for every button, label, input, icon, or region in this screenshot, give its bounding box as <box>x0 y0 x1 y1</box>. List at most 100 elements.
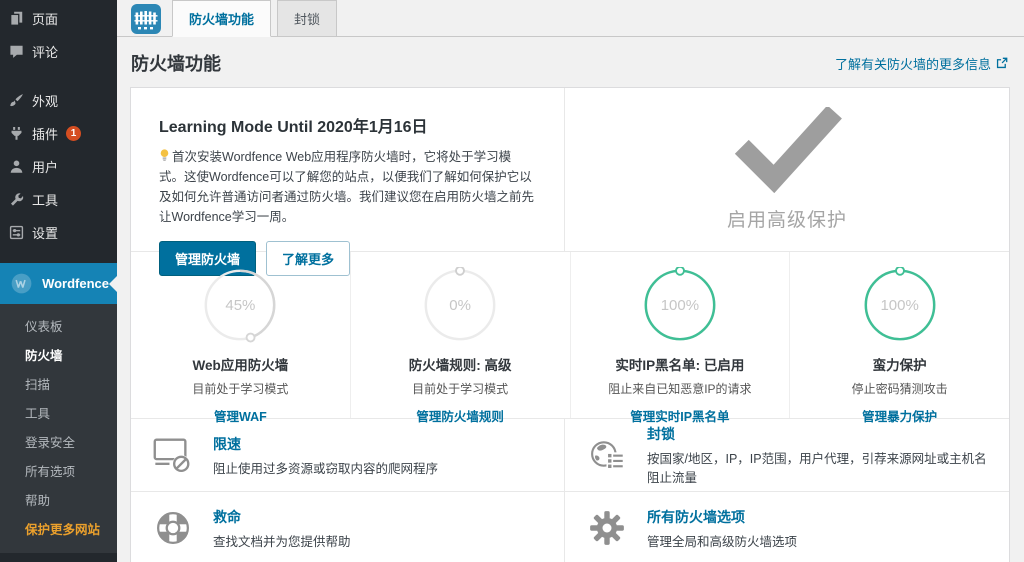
enable-premium-label: 启用高级保护 <box>727 205 847 232</box>
comments-icon <box>9 44 24 59</box>
feature-blocking: 封锁 按国家/地区，IP，IP范围，用户代理，引荐来源网址或主机名阻止流量 <box>565 419 1009 491</box>
sidebar-item-tools[interactable]: 工具 <box>0 183 117 216</box>
waf-gauge-subtitle: 目前处于学习模式 <box>192 380 288 397</box>
gauge-blacklist: 100% 实时IP黑名单: 已启用 阻止来自已知恶意IP的请求 管理实时IP黑名… <box>571 252 791 418</box>
brute-force-gauge-percent: 100% <box>862 267 938 343</box>
learn-more-firewall-label: 了解有关防火墙的更多信息 <box>835 54 991 73</box>
external-link-icon <box>996 57 1008 69</box>
learn-more-firewall-link[interactable]: 了解有关防火墙的更多信息 <box>835 54 1008 73</box>
feature-all-firewall-options: 所有防火墙选项 管理全局和高级防火墙选项 <box>565 492 1009 562</box>
gauge-waf: 45% Web应用防火墙 目前处于学习模式 管理WAF <box>131 252 351 418</box>
wordfence-submenu: 仪表板 防火墙 扫描 工具 登录安全 所有选项 帮助 保护更多网站 <box>0 304 117 553</box>
sidebar-item-label: 用户 <box>32 157 58 176</box>
submenu-item-protect-more-sites[interactable]: 保护更多网站 <box>0 514 117 543</box>
rate-limiting-link[interactable]: 限速 <box>213 436 241 452</box>
sidebar-item-comments[interactable]: 评论 <box>0 35 117 68</box>
sidebar-item-users[interactable]: 用户 <box>0 150 117 183</box>
tab-firewall-options[interactable]: 防火墙功能 <box>172 0 271 37</box>
blacklist-gauge-dial: 100% <box>642 267 718 343</box>
gauge-rules: 0% 防火墙规则: 高级 目前处于学习模式 管理防火墙规则 <box>351 252 571 418</box>
checkmark-icon <box>731 107 843 193</box>
gear-icon <box>585 510 629 546</box>
sidebar-item-label: 页面 <box>32 9 58 28</box>
feature-help: 救命 查找文档并为您提供帮助 <box>131 492 565 562</box>
brute-force-gauge-title: 蛮力保护 <box>873 354 927 374</box>
rules-gauge-dial: 0% <box>422 267 498 343</box>
waf-gauge-dial: 45% <box>202 267 278 343</box>
sidebar-item-label: 插件 <box>32 124 58 143</box>
sidebar-item-settings[interactable]: 设置 <box>0 216 117 249</box>
globe-list-icon <box>585 438 629 472</box>
status-row: Learning Mode Until 2020年1月16日 首次安装Wordf… <box>131 88 1009 252</box>
sidebar-item-plugins[interactable]: 插件 1 <box>0 117 117 150</box>
rules-gauge-title: 防火墙规则: 高级 <box>409 354 512 374</box>
sidebar-item-label: Wordfence <box>42 276 109 291</box>
titlebar: 防火墙功能 了解有关防火墙的更多信息 <box>117 37 1024 87</box>
wordfence-logo-icon <box>9 271 34 296</box>
blacklist-gauge-percent: 100% <box>642 267 718 343</box>
feature-rate-limiting: 限速 阻止使用过多资源或窃取内容的爬网程序 <box>131 419 565 491</box>
rules-gauge-subtitle: 目前处于学习模式 <box>412 380 508 397</box>
brute-force-gauge-subtitle: 停止密码猜测攻击 <box>852 380 948 397</box>
blocking-link[interactable]: 封锁 <box>647 426 675 442</box>
main-content: 防火墙功能 封锁 防火墙功能 了解有关防火墙的更多信息 Learning Mod… <box>117 0 1024 562</box>
pages-icon <box>9 11 24 26</box>
sidebar-item-appearance[interactable]: 外观 <box>0 84 117 117</box>
appearance-icon <box>9 93 24 108</box>
feature-text: 封锁 按国家/地区，IP，IP范围，用户代理，引荐来源网址或主机名阻止流量 <box>647 424 991 486</box>
blocking-desc: 按国家/地区，IP，IP范围，用户代理，引荐来源网址或主机名阻止流量 <box>647 448 991 486</box>
submenu-item-dashboard[interactable]: 仪表板 <box>0 311 117 340</box>
gauges-row: 45% Web应用防火墙 目前处于学习模式 管理WAF 0% <box>131 252 1009 419</box>
learning-mode-text: 首次安装Wordfence Web应用程序防火墙时，它将处于学习模式。这使Wor… <box>159 150 534 224</box>
firewall-panel: Learning Mode Until 2020年1月16日 首次安装Wordf… <box>130 87 1010 562</box>
learning-mode-title: Learning Mode Until 2020年1月16日 <box>159 113 536 137</box>
tools-icon <box>9 192 24 207</box>
sidebar-item-label: 工具 <box>32 190 58 209</box>
lightbulb-icon <box>159 149 170 162</box>
firewall-tabbar: 防火墙功能 封锁 <box>117 0 1024 37</box>
feature-text: 限速 阻止使用过多资源或窃取内容的爬网程序 <box>213 434 438 477</box>
enable-premium-protection[interactable]: 启用高级保护 <box>565 88 1009 251</box>
rules-gauge-percent: 0% <box>422 267 498 343</box>
users-icon <box>9 159 24 174</box>
all-firewall-options-desc: 管理全局和高级防火墙选项 <box>647 531 797 550</box>
features-row-1: 限速 阻止使用过多资源或窃取内容的爬网程序 <box>131 419 1009 492</box>
feature-text: 救命 查找文档并为您提供帮助 <box>213 507 351 550</box>
submenu-item-firewall[interactable]: 防火墙 <box>0 340 117 369</box>
submenu-item-help[interactable]: 帮助 <box>0 485 117 514</box>
learning-mode-section: Learning Mode Until 2020年1月16日 首次安装Wordf… <box>131 88 565 251</box>
admin-sidebar: 页面 评论 外观 插件 1 用户 工具 设置 Wor <box>0 0 117 562</box>
gauge-brute-force: 100% 蛮力保护 停止密码猜测攻击 管理暴力保护 <box>790 252 1009 418</box>
submenu-item-all-options[interactable]: 所有选项 <box>0 456 117 485</box>
help-link[interactable]: 救命 <box>213 509 241 525</box>
blacklist-gauge-subtitle: 阻止来自已知恶意IP的请求 <box>608 380 751 397</box>
page-title: 防火墙功能 <box>131 50 221 76</box>
submenu-item-tools[interactable]: 工具 <box>0 398 117 427</box>
brute-force-gauge-dial: 100% <box>862 267 938 343</box>
waf-gauge-title: Web应用防火墙 <box>192 354 288 374</box>
current-menu-arrow <box>109 276 117 292</box>
plugins-update-badge: 1 <box>66 126 81 141</box>
sidebar-item-label: 外观 <box>32 91 58 110</box>
waf-gauge-percent: 45% <box>202 267 278 343</box>
submenu-item-login-security[interactable]: 登录安全 <box>0 427 117 456</box>
life-ring-icon <box>151 510 195 546</box>
all-firewall-options-link[interactable]: 所有防火墙选项 <box>647 509 745 525</box>
tab-blocking[interactable]: 封锁 <box>277 0 337 37</box>
sidebar-item-wordfence[interactable]: Wordfence <box>0 263 117 304</box>
sidebar-item-pages[interactable]: 页面 <box>0 0 117 35</box>
firewall-wall-icon <box>131 4 161 34</box>
monitor-blocked-icon <box>151 437 195 473</box>
plugins-icon <box>9 126 24 141</box>
app-window: 页面 评论 外观 插件 1 用户 工具 设置 Wor <box>0 0 1024 562</box>
submenu-item-scan[interactable]: 扫描 <box>0 369 117 398</box>
collapse-menu-button[interactable]: 收起菜单 <box>0 556 117 562</box>
blacklist-gauge-title: 实时IP黑名单: 已启用 <box>615 354 744 374</box>
sidebar-item-label: 评论 <box>32 42 58 61</box>
settings-icon <box>9 225 24 240</box>
learning-mode-description: 首次安装Wordfence Web应用程序防火墙时，它将处于学习模式。这使Wor… <box>159 147 536 227</box>
help-desc: 查找文档并为您提供帮助 <box>213 531 351 550</box>
feature-text: 所有防火墙选项 管理全局和高级防火墙选项 <box>647 507 797 550</box>
features-row-2: 救命 查找文档并为您提供帮助 <box>131 492 1009 562</box>
sidebar-item-label: 设置 <box>32 223 58 242</box>
